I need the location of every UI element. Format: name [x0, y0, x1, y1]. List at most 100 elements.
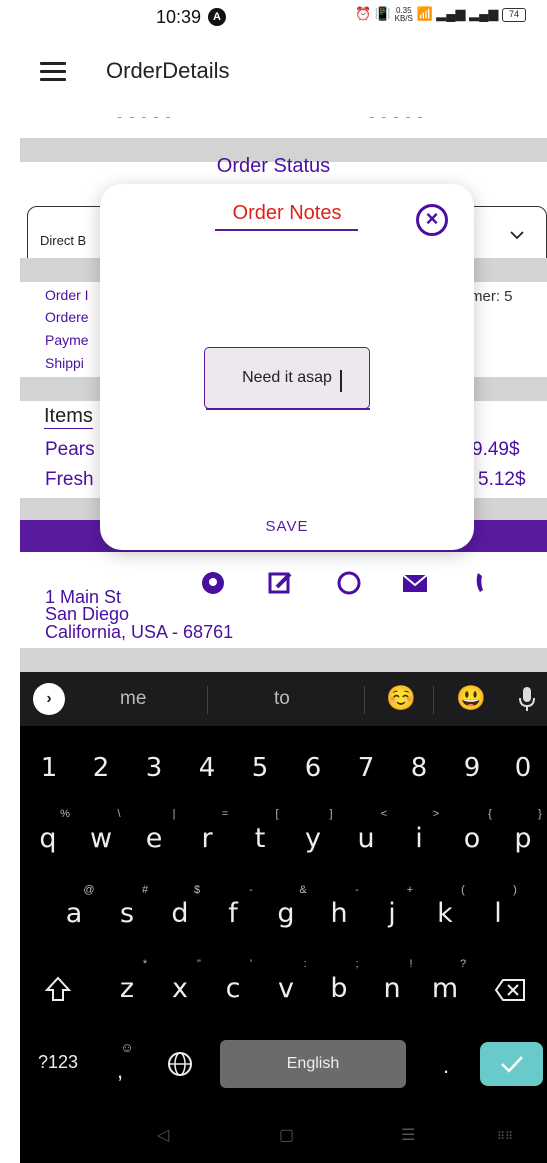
- close-icon[interactable]: ×: [416, 204, 448, 236]
- section-divider: [20, 648, 547, 672]
- emoji-suggestion[interactable]: 😃: [456, 684, 486, 713]
- key-0[interactable]: 0: [508, 753, 538, 783]
- space-key[interactable]: English: [220, 1040, 406, 1088]
- order-status-heading: Order Status: [216, 155, 331, 177]
- wifi-icon: 📶: [416, 6, 433, 21]
- key-hint: \: [117, 808, 121, 820]
- key-hint: +: [406, 884, 414, 896]
- key-6[interactable]: 6: [298, 753, 328, 783]
- status-indicators: ⏰ 📳 0.35 KB/S 📶 ▂▄▆ ▂▄▆ 74: [355, 6, 526, 23]
- clipped-label-left: ‾ ‾ ‾ ‾ ‾: [118, 117, 173, 128]
- suggestion-divider: [207, 686, 208, 714]
- key-g[interactable]: g: [270, 898, 302, 929]
- text-caret: [340, 370, 342, 392]
- key-7[interactable]: 7: [351, 753, 381, 783]
- key-4[interactable]: 4: [192, 753, 222, 783]
- key-w[interactable]: w: [85, 823, 117, 854]
- key-p[interactable]: p: [507, 823, 539, 854]
- suggestion-item[interactable]: to: [274, 688, 290, 710]
- key-hint: *: [142, 958, 148, 970]
- key-8[interactable]: 8: [404, 753, 434, 783]
- key-hint: ): [513, 884, 517, 896]
- mail-icon[interactable]: [402, 570, 428, 596]
- microphone-icon[interactable]: [518, 686, 536, 712]
- key-hint: ;: [355, 958, 359, 970]
- shipping-label: Shippi: [45, 355, 84, 371]
- key-hint: ☺: [120, 1040, 134, 1055]
- key-i[interactable]: i: [403, 823, 435, 854]
- signal-icon: ▂▄▆: [436, 6, 466, 21]
- backspace-icon[interactable]: [494, 978, 526, 1002]
- symbols-key[interactable]: ?123: [38, 1052, 78, 1073]
- key-u[interactable]: u: [350, 823, 382, 854]
- key-hint: {: [488, 808, 492, 820]
- key-hint: ': [249, 958, 253, 970]
- key-l[interactable]: l: [482, 898, 514, 929]
- order-notes-input[interactable]: Need it asap: [204, 347, 370, 409]
- whatsapp-icon[interactable]: [336, 570, 362, 596]
- key-period[interactable]: .: [443, 1053, 449, 1079]
- key-r[interactable]: r: [191, 823, 223, 854]
- hamburger-menu-icon[interactable]: [40, 62, 66, 82]
- key-hint: -: [249, 884, 253, 896]
- suggestion-divider: [433, 686, 434, 714]
- key-h[interactable]: h: [323, 898, 355, 929]
- back-nav-icon[interactable]: ◁: [157, 1125, 169, 1145]
- globe-icon[interactable]: [166, 1050, 194, 1078]
- key-comma[interactable]: ,: [117, 1058, 123, 1084]
- edit-icon[interactable]: [268, 570, 294, 596]
- key-2[interactable]: 2: [86, 753, 116, 783]
- key-hint: [: [275, 808, 279, 820]
- key-n[interactable]: n: [376, 973, 408, 1004]
- home-nav-icon[interactable]: ▢: [279, 1125, 294, 1145]
- key-z[interactable]: z: [111, 973, 143, 1004]
- phone-icon[interactable]: [470, 570, 496, 596]
- key-v[interactable]: v: [270, 973, 302, 1004]
- address-line: California, USA - 68761: [45, 622, 234, 642]
- key-q[interactable]: q: [32, 823, 64, 854]
- key-hint: -: [355, 884, 359, 896]
- key-hint: $: [193, 884, 201, 896]
- key-b[interactable]: b: [323, 973, 355, 1004]
- key-o[interactable]: o: [456, 823, 488, 854]
- network-speed: 0.35 KB/S: [394, 5, 413, 23]
- key-5[interactable]: 5: [245, 753, 275, 783]
- key-m[interactable]: m: [429, 973, 461, 1004]
- vibrate-icon: 📳: [374, 6, 391, 21]
- expand-toolbar-icon[interactable]: ›: [33, 683, 65, 715]
- key-9[interactable]: 9: [457, 753, 487, 783]
- dialog-title-underline: [215, 229, 358, 231]
- key-x[interactable]: x: [164, 973, 196, 1004]
- key-hint: }: [538, 808, 542, 820]
- key-j[interactable]: j: [376, 898, 408, 929]
- key-1[interactable]: 1: [34, 753, 64, 783]
- keyboard-switch-icon[interactable]: ⠿⠿: [497, 1130, 513, 1143]
- key-hint: ]: [329, 808, 333, 820]
- key-e[interactable]: e: [138, 823, 170, 854]
- shift-icon[interactable]: [44, 975, 72, 1003]
- key-hint: @: [83, 884, 95, 896]
- save-button[interactable]: SAVE: [100, 518, 474, 535]
- payment-label: Payme: [45, 332, 89, 348]
- battery-icon: 74: [501, 7, 526, 22]
- chevron-down-icon[interactable]: [510, 228, 524, 242]
- key-y[interactable]: y: [297, 823, 329, 854]
- page-title: OrderDetails: [106, 58, 230, 83]
- emoji-suggestion[interactable]: ☺️: [386, 684, 416, 713]
- enter-key[interactable]: [480, 1042, 543, 1086]
- location-icon[interactable]: [200, 570, 226, 596]
- suggestion-item[interactable]: me: [120, 688, 146, 710]
- key-k[interactable]: k: [429, 898, 461, 929]
- key-c[interactable]: c: [217, 973, 249, 1004]
- key-t[interactable]: t: [244, 823, 276, 854]
- key-f[interactable]: f: [217, 898, 249, 929]
- key-d[interactable]: d: [164, 898, 196, 929]
- key-s[interactable]: s: [111, 898, 143, 929]
- app-notification-icon: A: [208, 8, 226, 26]
- key-a[interactable]: a: [58, 898, 90, 929]
- key-hint: ?: [459, 958, 467, 970]
- recents-nav-icon[interactable]: ☰: [401, 1125, 415, 1145]
- key-hint: :: [303, 958, 307, 970]
- key-3[interactable]: 3: [139, 753, 169, 783]
- key-hint: #: [141, 884, 149, 896]
